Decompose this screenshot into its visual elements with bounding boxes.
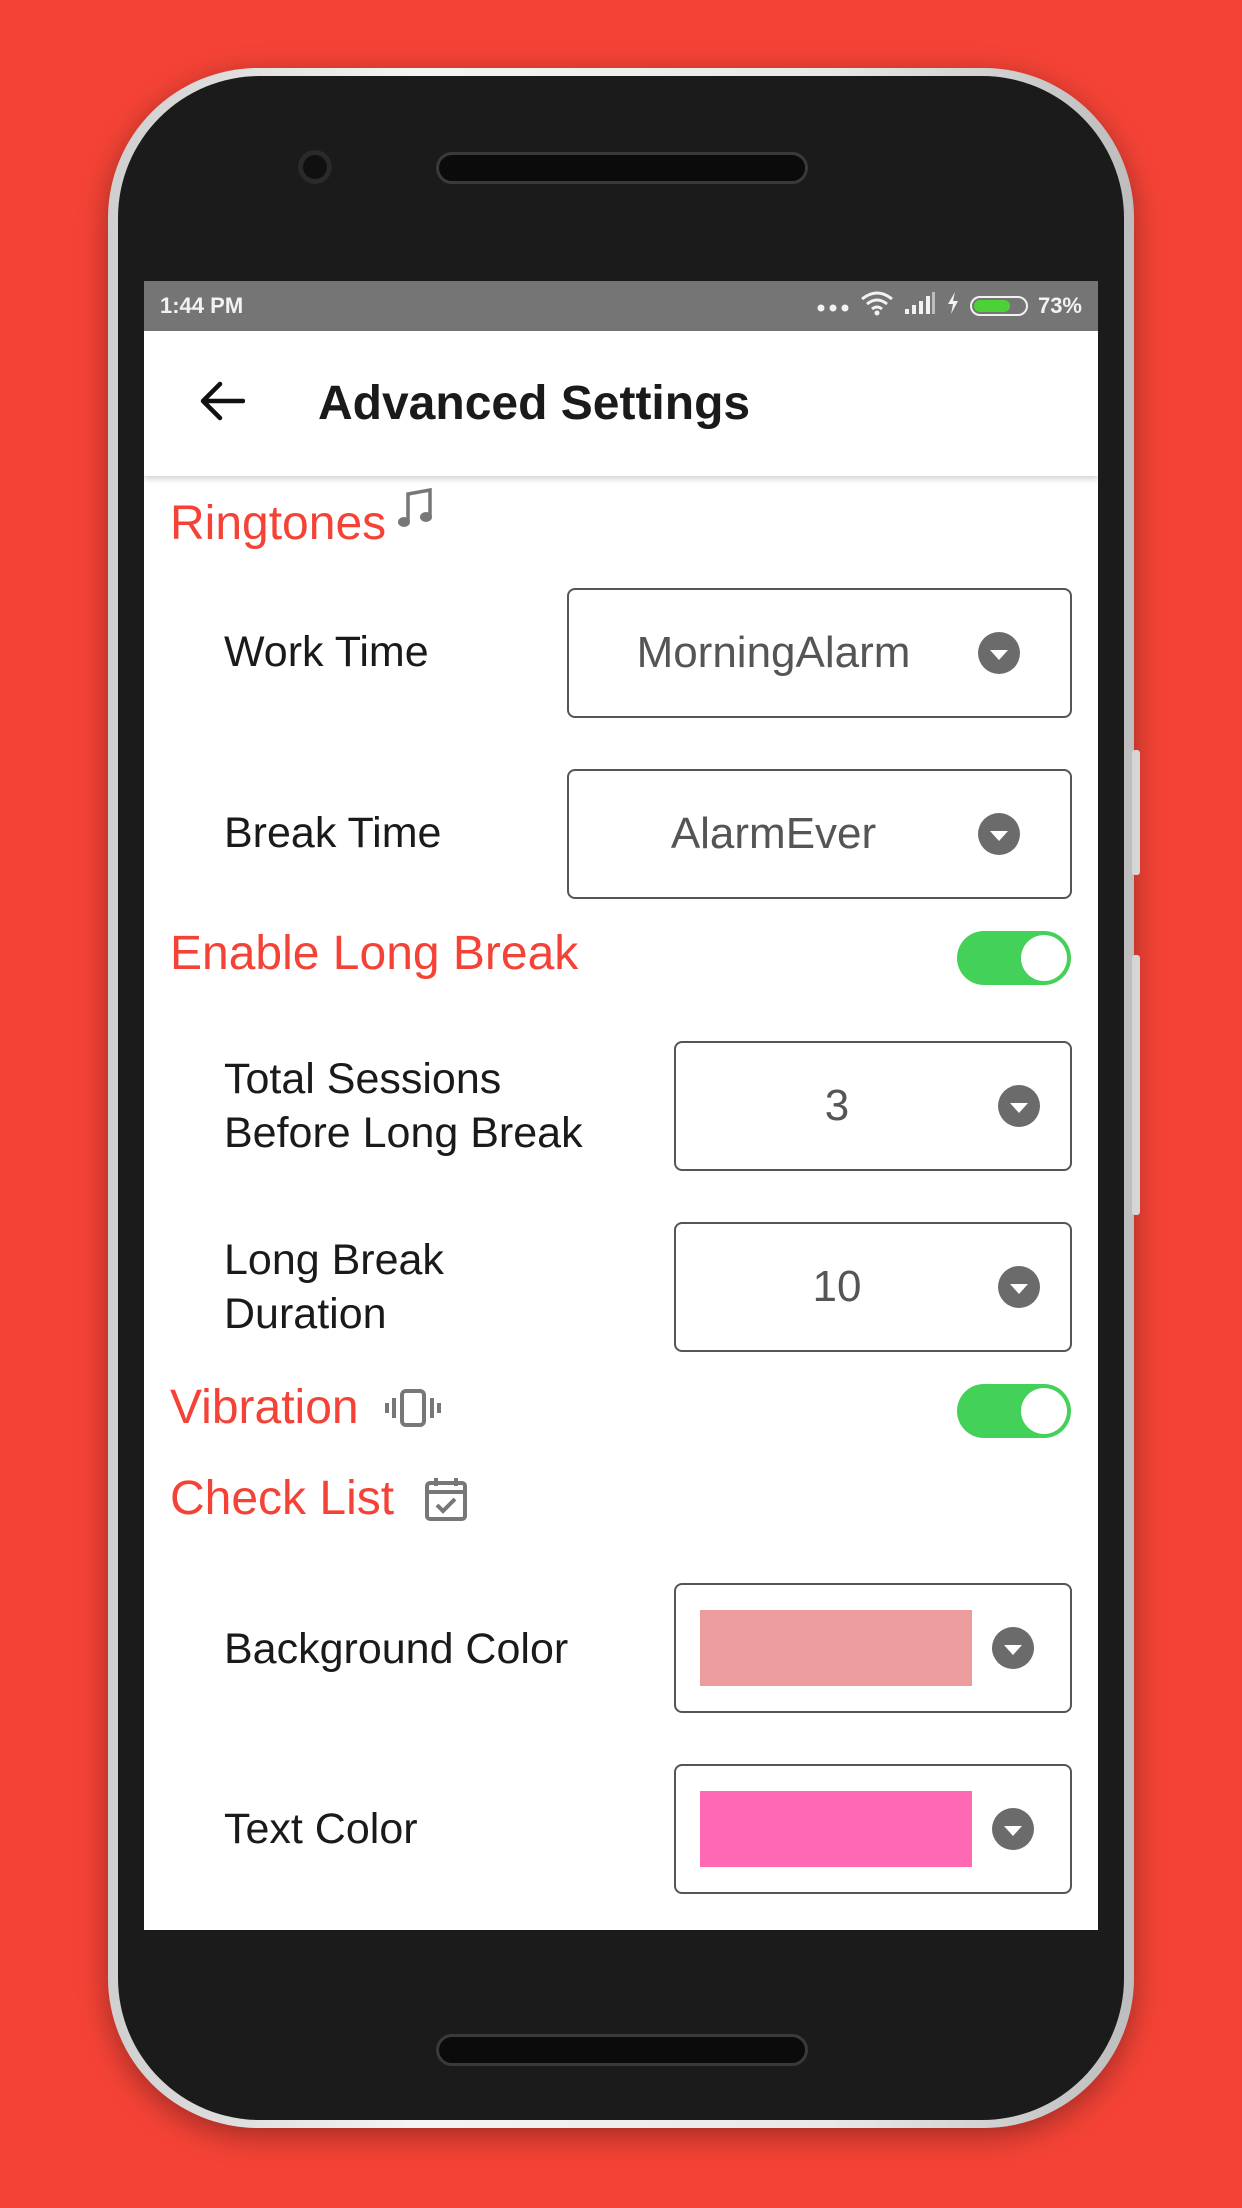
text-color-swatch xyxy=(700,1791,972,1867)
long-break-duration-value: 10 xyxy=(812,1262,862,1311)
section-ringtones: Ringtones xyxy=(170,487,434,551)
total-sessions-label: Total Sessions Before Long Break xyxy=(224,1053,583,1161)
total-sessions-label-line2: Before Long Break xyxy=(224,1108,583,1157)
total-sessions-dropdown[interactable]: 3 xyxy=(674,1041,1072,1171)
status-icons: 73% xyxy=(816,290,1082,322)
front-camera xyxy=(298,150,332,184)
battery-percent: 73% xyxy=(1037,293,1082,318)
calendar-check-icon xyxy=(424,1476,468,1522)
long-break-duration-dropdown[interactable]: 10 xyxy=(674,1222,1072,1352)
app-bar: Advanced Settings xyxy=(144,331,1098,476)
vibration-toggle[interactable] xyxy=(957,1384,1071,1438)
total-sessions-label-line1: Total Sessions xyxy=(224,1055,502,1103)
vibration-icon xyxy=(384,1388,441,1428)
work-time-value: MorningAlarm xyxy=(636,628,911,677)
break-time-dropdown[interactable]: AlarmEver xyxy=(567,769,1072,899)
toggle-knob xyxy=(1021,1388,1067,1434)
break-time-label: Break Time xyxy=(224,809,442,857)
work-time-label: Work Time xyxy=(224,628,429,676)
caret-down-icon xyxy=(978,632,1020,674)
duration-label-line1: Long Break xyxy=(224,1236,444,1284)
battery-icon xyxy=(969,296,1028,316)
wifi-icon xyxy=(860,290,894,322)
text-color-label: Text Color xyxy=(224,1805,418,1853)
vibration-title: Vibration xyxy=(170,1381,359,1434)
caret-down-icon xyxy=(992,1808,1034,1850)
long-break-toggle[interactable] xyxy=(957,931,1071,985)
caret-down-icon xyxy=(998,1266,1040,1308)
arrow-left-icon xyxy=(199,381,246,426)
long-break-title: Enable Long Break xyxy=(170,927,579,980)
caret-down-icon xyxy=(998,1085,1040,1127)
text-color-dropdown[interactable] xyxy=(674,1764,1072,1894)
screen: 1:44 PM 73% Advanced Settings Ringtones … xyxy=(144,281,1098,1930)
signal-icon xyxy=(904,291,936,321)
music-note-icon xyxy=(396,487,434,530)
background-color-label: Background Color xyxy=(224,1625,569,1673)
section-check-list: Check List xyxy=(170,1471,468,1526)
duration-label-line2: Duration xyxy=(224,1289,387,1338)
caret-down-icon xyxy=(992,1627,1034,1669)
power-button xyxy=(1132,955,1140,1215)
work-time-dropdown[interactable]: MorningAlarm xyxy=(567,588,1072,718)
top-speaker xyxy=(436,152,808,184)
ringtones-title: Ringtones xyxy=(170,497,387,550)
status-bar: 1:44 PM 73% xyxy=(144,281,1098,331)
page-title: Advanced Settings xyxy=(318,377,751,430)
background-color-dropdown[interactable] xyxy=(674,1583,1072,1713)
background-color-swatch xyxy=(700,1610,972,1686)
total-sessions-value: 3 xyxy=(824,1081,850,1130)
break-time-value: AlarmEver xyxy=(670,809,877,858)
check-list-title: Check List xyxy=(170,1472,395,1525)
section-vibration: Vibration xyxy=(170,1380,441,1435)
bottom-speaker xyxy=(436,2034,808,2066)
charging-icon xyxy=(946,291,960,321)
status-time: 1:44 PM xyxy=(160,293,244,318)
back-button[interactable] xyxy=(186,368,258,440)
volume-button xyxy=(1132,750,1140,875)
more-dots-icon xyxy=(816,293,850,319)
long-break-duration-label: Long Break Duration xyxy=(224,1234,444,1342)
caret-down-icon xyxy=(978,813,1020,855)
toggle-knob xyxy=(1021,935,1067,981)
section-long-break: Enable Long Break xyxy=(170,926,578,981)
